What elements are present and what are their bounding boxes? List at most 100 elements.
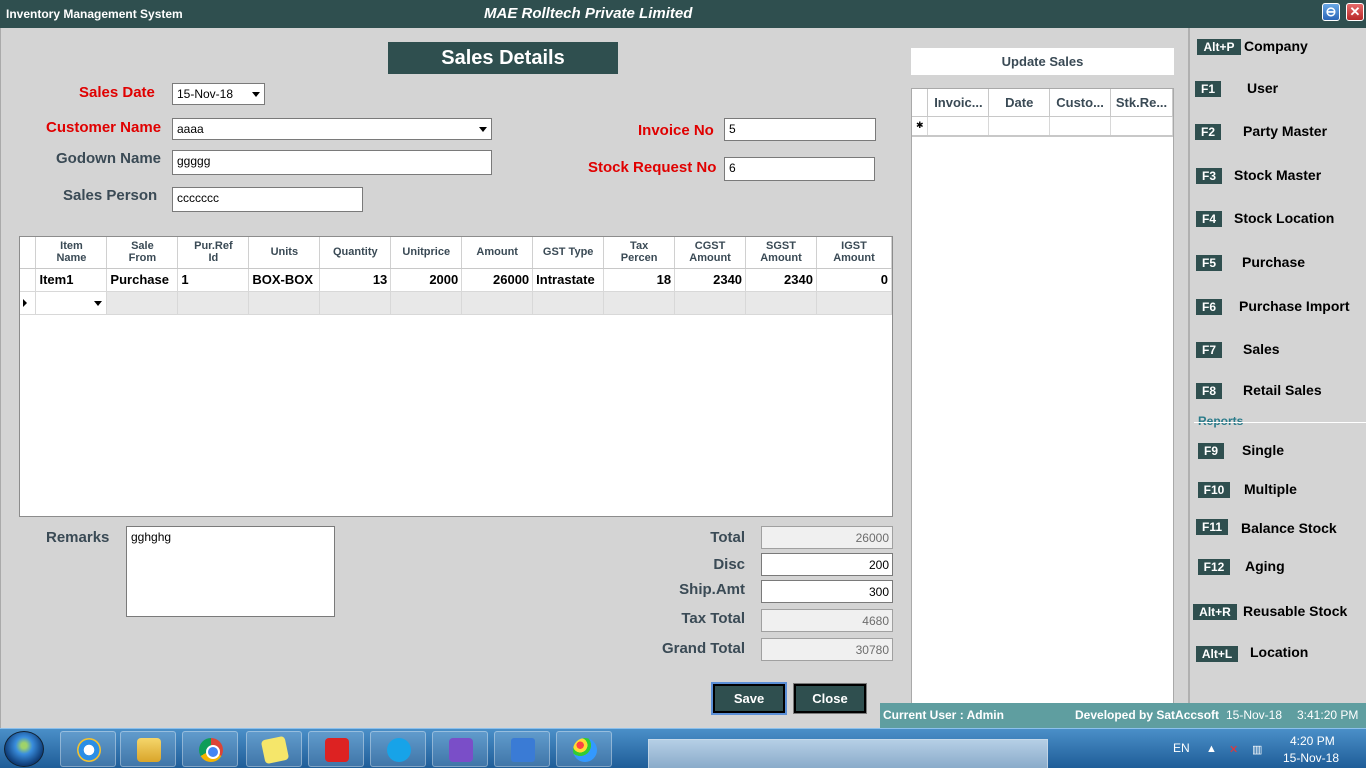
table-cell[interactable]: Intrastate bbox=[532, 268, 605, 292]
items-grid[interactable]: Item Name Sale From Pur.Ref Id Units Quanti… bbox=[19, 236, 893, 517]
table-row[interactable]: Item1 Purchase 1 BOX-BOX 13 2000 26000 I… bbox=[20, 268, 893, 292]
menu-item-user[interactable]: F1 User bbox=[1190, 80, 1366, 109]
table-cell[interactable]: Purchase bbox=[106, 268, 179, 292]
taskbar-app-inventory[interactable] bbox=[494, 731, 550, 767]
table-cell[interactable] bbox=[319, 291, 392, 315]
menu-item-party-master[interactable]: F2 Party Master bbox=[1190, 123, 1366, 152]
menu-item-label: Multiple bbox=[1244, 481, 1297, 497]
network-icon[interactable]: ▥ bbox=[1252, 743, 1264, 756]
menu-item-stock-location[interactable]: F4 Stock Location bbox=[1190, 210, 1366, 239]
table-cell[interactable] bbox=[745, 291, 817, 315]
chevron-down-icon[interactable] bbox=[94, 300, 103, 306]
col-header[interactable]: Tax Percen bbox=[603, 237, 676, 269]
col-header[interactable]: SGST Amount bbox=[745, 237, 817, 269]
minimize-button[interactable]: ⊖ bbox=[1322, 3, 1340, 21]
clock-date[interactable]: 15-Nov-18 bbox=[1283, 751, 1339, 765]
table-cell[interactable] bbox=[603, 291, 676, 315]
col-header[interactable]: Amount bbox=[461, 237, 534, 269]
table-cell[interactable]: 2340 bbox=[745, 268, 817, 292]
col-header[interactable]: Unitprice bbox=[390, 237, 463, 269]
col-header[interactable]: CGST Amount bbox=[674, 237, 747, 269]
table-cell[interactable] bbox=[927, 116, 990, 137]
clock-time[interactable]: 4:20 PM bbox=[1290, 734, 1335, 748]
table-cell[interactable]: 1 bbox=[177, 268, 250, 292]
table-cell[interactable]: 26000 bbox=[461, 268, 534, 292]
col-header[interactable]: Stk.Re... bbox=[1110, 89, 1173, 117]
row-header[interactable] bbox=[20, 268, 37, 292]
menu-item-purchase[interactable]: F5 Purchase bbox=[1190, 254, 1366, 283]
invoice-no-input[interactable]: 5 bbox=[724, 118, 876, 141]
stock-request-no-input[interactable]: 6 bbox=[724, 157, 875, 181]
taskbar-app-visual-studio[interactable] bbox=[432, 731, 488, 767]
menu-item-multiple[interactable]: F10 Multiple bbox=[1190, 481, 1366, 510]
item-name-dropdown[interactable] bbox=[35, 291, 108, 315]
table-cell[interactable] bbox=[1110, 116, 1173, 137]
taskbar-app-internet-explorer[interactable] bbox=[60, 731, 116, 767]
table-cell[interactable]: 0 bbox=[816, 268, 893, 292]
table-cell[interactable] bbox=[1049, 116, 1112, 137]
update-sales-grid[interactable]: Invoic... Date Custo... Stk.Re... ✱ bbox=[911, 88, 1174, 728]
table-cell[interactable] bbox=[988, 116, 1051, 137]
taskbar-app-file-explorer[interactable] bbox=[120, 731, 176, 767]
close-button[interactable]: Close bbox=[793, 683, 867, 714]
menu-item-company[interactable]: Alt+P Company bbox=[1190, 38, 1366, 67]
table-cell[interactable] bbox=[106, 291, 179, 315]
col-header[interactable]: Custo... bbox=[1049, 89, 1112, 117]
col-header[interactable]: GST Type bbox=[532, 237, 605, 269]
table-cell[interactable]: 2340 bbox=[674, 268, 747, 292]
speaker-muted-icon[interactable]: ✕ bbox=[1229, 743, 1241, 756]
sales-person-input[interactable]: ccccccc bbox=[172, 187, 363, 212]
table-cell[interactable] bbox=[532, 291, 605, 315]
ship-amt-input[interactable]: 300 bbox=[761, 580, 893, 603]
menu-item-balance-stock[interactable]: F11 Balance Stock bbox=[1190, 519, 1366, 547]
taskbar-app-chrome[interactable] bbox=[182, 731, 238, 767]
window-close-button[interactable]: ✕ bbox=[1346, 3, 1364, 21]
taskbar-app-sticky-notes[interactable] bbox=[246, 731, 302, 767]
table-cell[interactable]: BOX-BOX bbox=[248, 268, 321, 292]
customer-name-select[interactable]: aaaa bbox=[172, 118, 492, 140]
new-row[interactable]: ✱ bbox=[912, 116, 1173, 137]
taskbar-app-paint[interactable] bbox=[556, 731, 612, 767]
remarks-textarea[interactable]: gghghg bbox=[126, 526, 335, 617]
table-cell[interactable] bbox=[461, 291, 534, 315]
show-hidden-icons-icon[interactable]: ▲ bbox=[1206, 743, 1218, 755]
menu-item-sales[interactable]: F7 Sales bbox=[1190, 341, 1366, 370]
table-cell[interactable] bbox=[390, 291, 463, 315]
col-header[interactable]: IGST Amount bbox=[816, 237, 893, 269]
save-button[interactable]: Save bbox=[711, 682, 787, 715]
table-cell[interactable]: 2000 bbox=[390, 268, 463, 292]
menu-item-location[interactable]: Alt+L Location bbox=[1190, 644, 1366, 674]
col-header[interactable]: Date bbox=[988, 89, 1051, 117]
chevron-down-icon[interactable] bbox=[252, 92, 260, 97]
table-cell[interactable]: 13 bbox=[319, 268, 392, 292]
col-header[interactable]: Item Name bbox=[35, 237, 108, 269]
menu-item-purchase-import[interactable]: F6 Purchase Import bbox=[1190, 298, 1366, 327]
godown-name-input[interactable]: ggggg bbox=[172, 150, 492, 175]
menu-item-single[interactable]: F9 Single bbox=[1190, 442, 1366, 471]
sales-date-picker[interactable]: 15-Nov-18 bbox=[172, 83, 265, 105]
menu-item-aging[interactable]: F12 Aging bbox=[1190, 558, 1366, 587]
table-cell[interactable] bbox=[816, 291, 893, 315]
table-cell[interactable] bbox=[177, 291, 250, 315]
disc-input[interactable]: 200 bbox=[761, 553, 893, 576]
chevron-down-icon[interactable] bbox=[479, 127, 487, 132]
menu-item-stock-master[interactable]: F3 Stock Master bbox=[1190, 167, 1366, 196]
taskbar-app-pdf-reader[interactable] bbox=[308, 731, 364, 767]
menu-item-retail-sales[interactable]: F8 Retail Sales bbox=[1190, 382, 1366, 411]
row-header[interactable] bbox=[20, 291, 37, 315]
col-header[interactable]: Units bbox=[248, 237, 321, 269]
menu-item-reusable-stock[interactable]: Alt+R Reusable Stock bbox=[1190, 603, 1366, 632]
table-cell[interactable] bbox=[674, 291, 747, 315]
taskbar-app-skype[interactable] bbox=[370, 731, 426, 767]
col-header[interactable]: Quantity bbox=[319, 237, 392, 269]
language-indicator[interactable]: EN bbox=[1173, 741, 1190, 755]
col-header[interactable]: Sale From bbox=[106, 237, 179, 269]
new-row[interactable] bbox=[20, 291, 893, 315]
col-header[interactable]: Invoic... bbox=[927, 89, 990, 117]
start-button[interactable] bbox=[4, 731, 44, 767]
table-cell[interactable]: 18 bbox=[603, 268, 676, 292]
table-cell[interactable] bbox=[248, 291, 321, 315]
menu-item-label: Purchase bbox=[1242, 254, 1306, 270]
table-cell[interactable]: Item1 bbox=[35, 268, 108, 292]
col-header[interactable]: Pur.Ref Id bbox=[177, 237, 250, 269]
